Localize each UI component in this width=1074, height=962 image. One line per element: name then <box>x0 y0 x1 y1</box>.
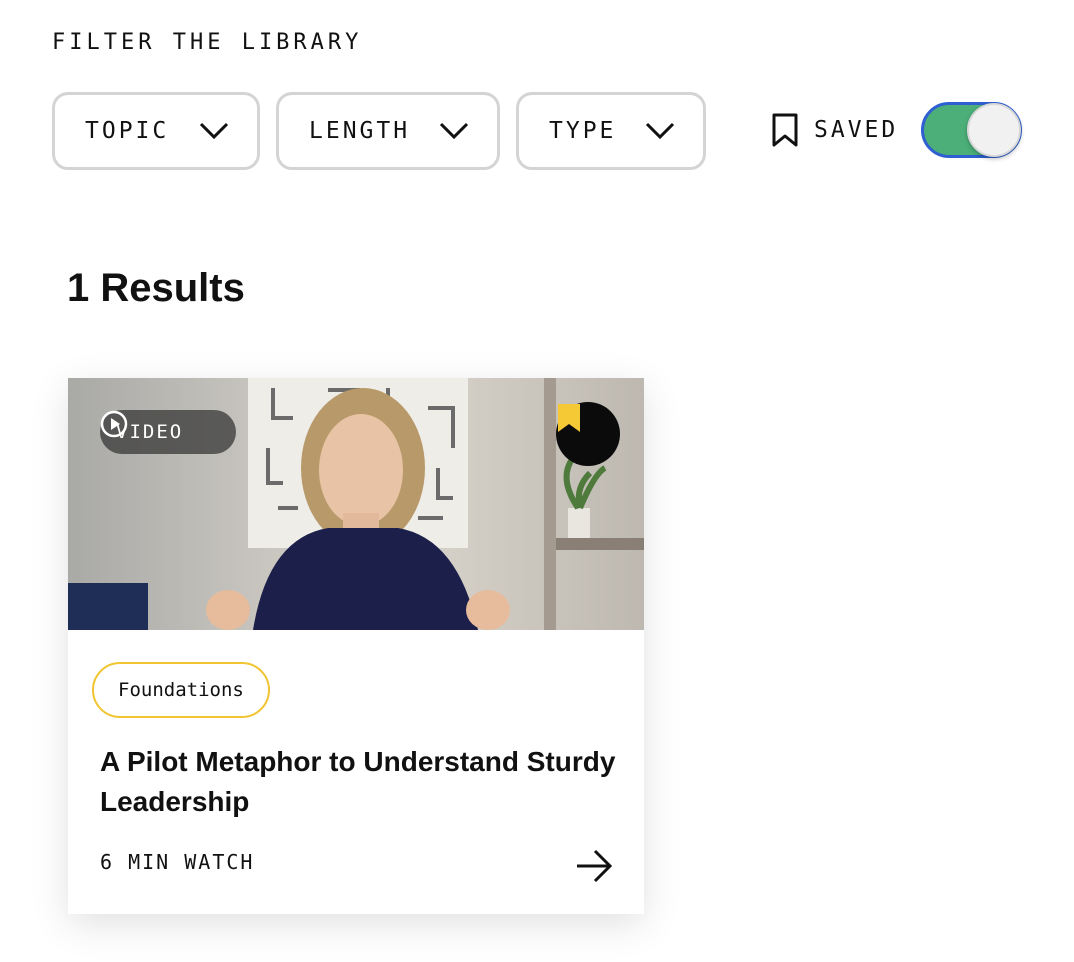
result-card[interactable]: VIDEO Foundations A Pilot Metaphor to Un… <box>68 378 644 914</box>
media-type-badge: VIDEO <box>100 410 236 454</box>
bookmark-filled-icon <box>558 404 580 432</box>
arrow-right-icon[interactable] <box>574 846 614 886</box>
video-thumbnail[interactable]: VIDEO <box>68 378 644 630</box>
topic-dropdown[interactable]: TOPIC <box>52 92 260 170</box>
results-count: 1 Results <box>67 266 245 310</box>
topic-dropdown-label: TOPIC <box>85 118 170 144</box>
bookmark-button[interactable] <box>556 402 620 466</box>
saved-filter: SAVED <box>770 110 898 150</box>
type-dropdown[interactable]: TYPE <box>516 92 706 170</box>
length-dropdown[interactable]: LENGTH <box>276 92 500 170</box>
card-title[interactable]: A Pilot Metaphor to Understand Sturdy Le… <box>100 742 620 822</box>
chevron-down-icon <box>199 122 229 140</box>
toggle-knob <box>967 103 1021 157</box>
chevron-down-icon <box>439 122 469 140</box>
type-dropdown-label: TYPE <box>549 118 617 144</box>
saved-label: SAVED <box>814 117 899 143</box>
filter-heading: FILTER THE LIBRARY <box>52 30 363 55</box>
duration-label: 6 MIN WATCH <box>100 850 255 874</box>
length-dropdown-label: LENGTH <box>309 118 411 144</box>
chevron-down-icon <box>645 122 675 140</box>
play-circle-icon <box>100 410 128 438</box>
topic-tag[interactable]: Foundations <box>92 662 270 718</box>
saved-toggle[interactable] <box>921 102 1022 158</box>
bookmark-outline-icon <box>772 113 798 147</box>
